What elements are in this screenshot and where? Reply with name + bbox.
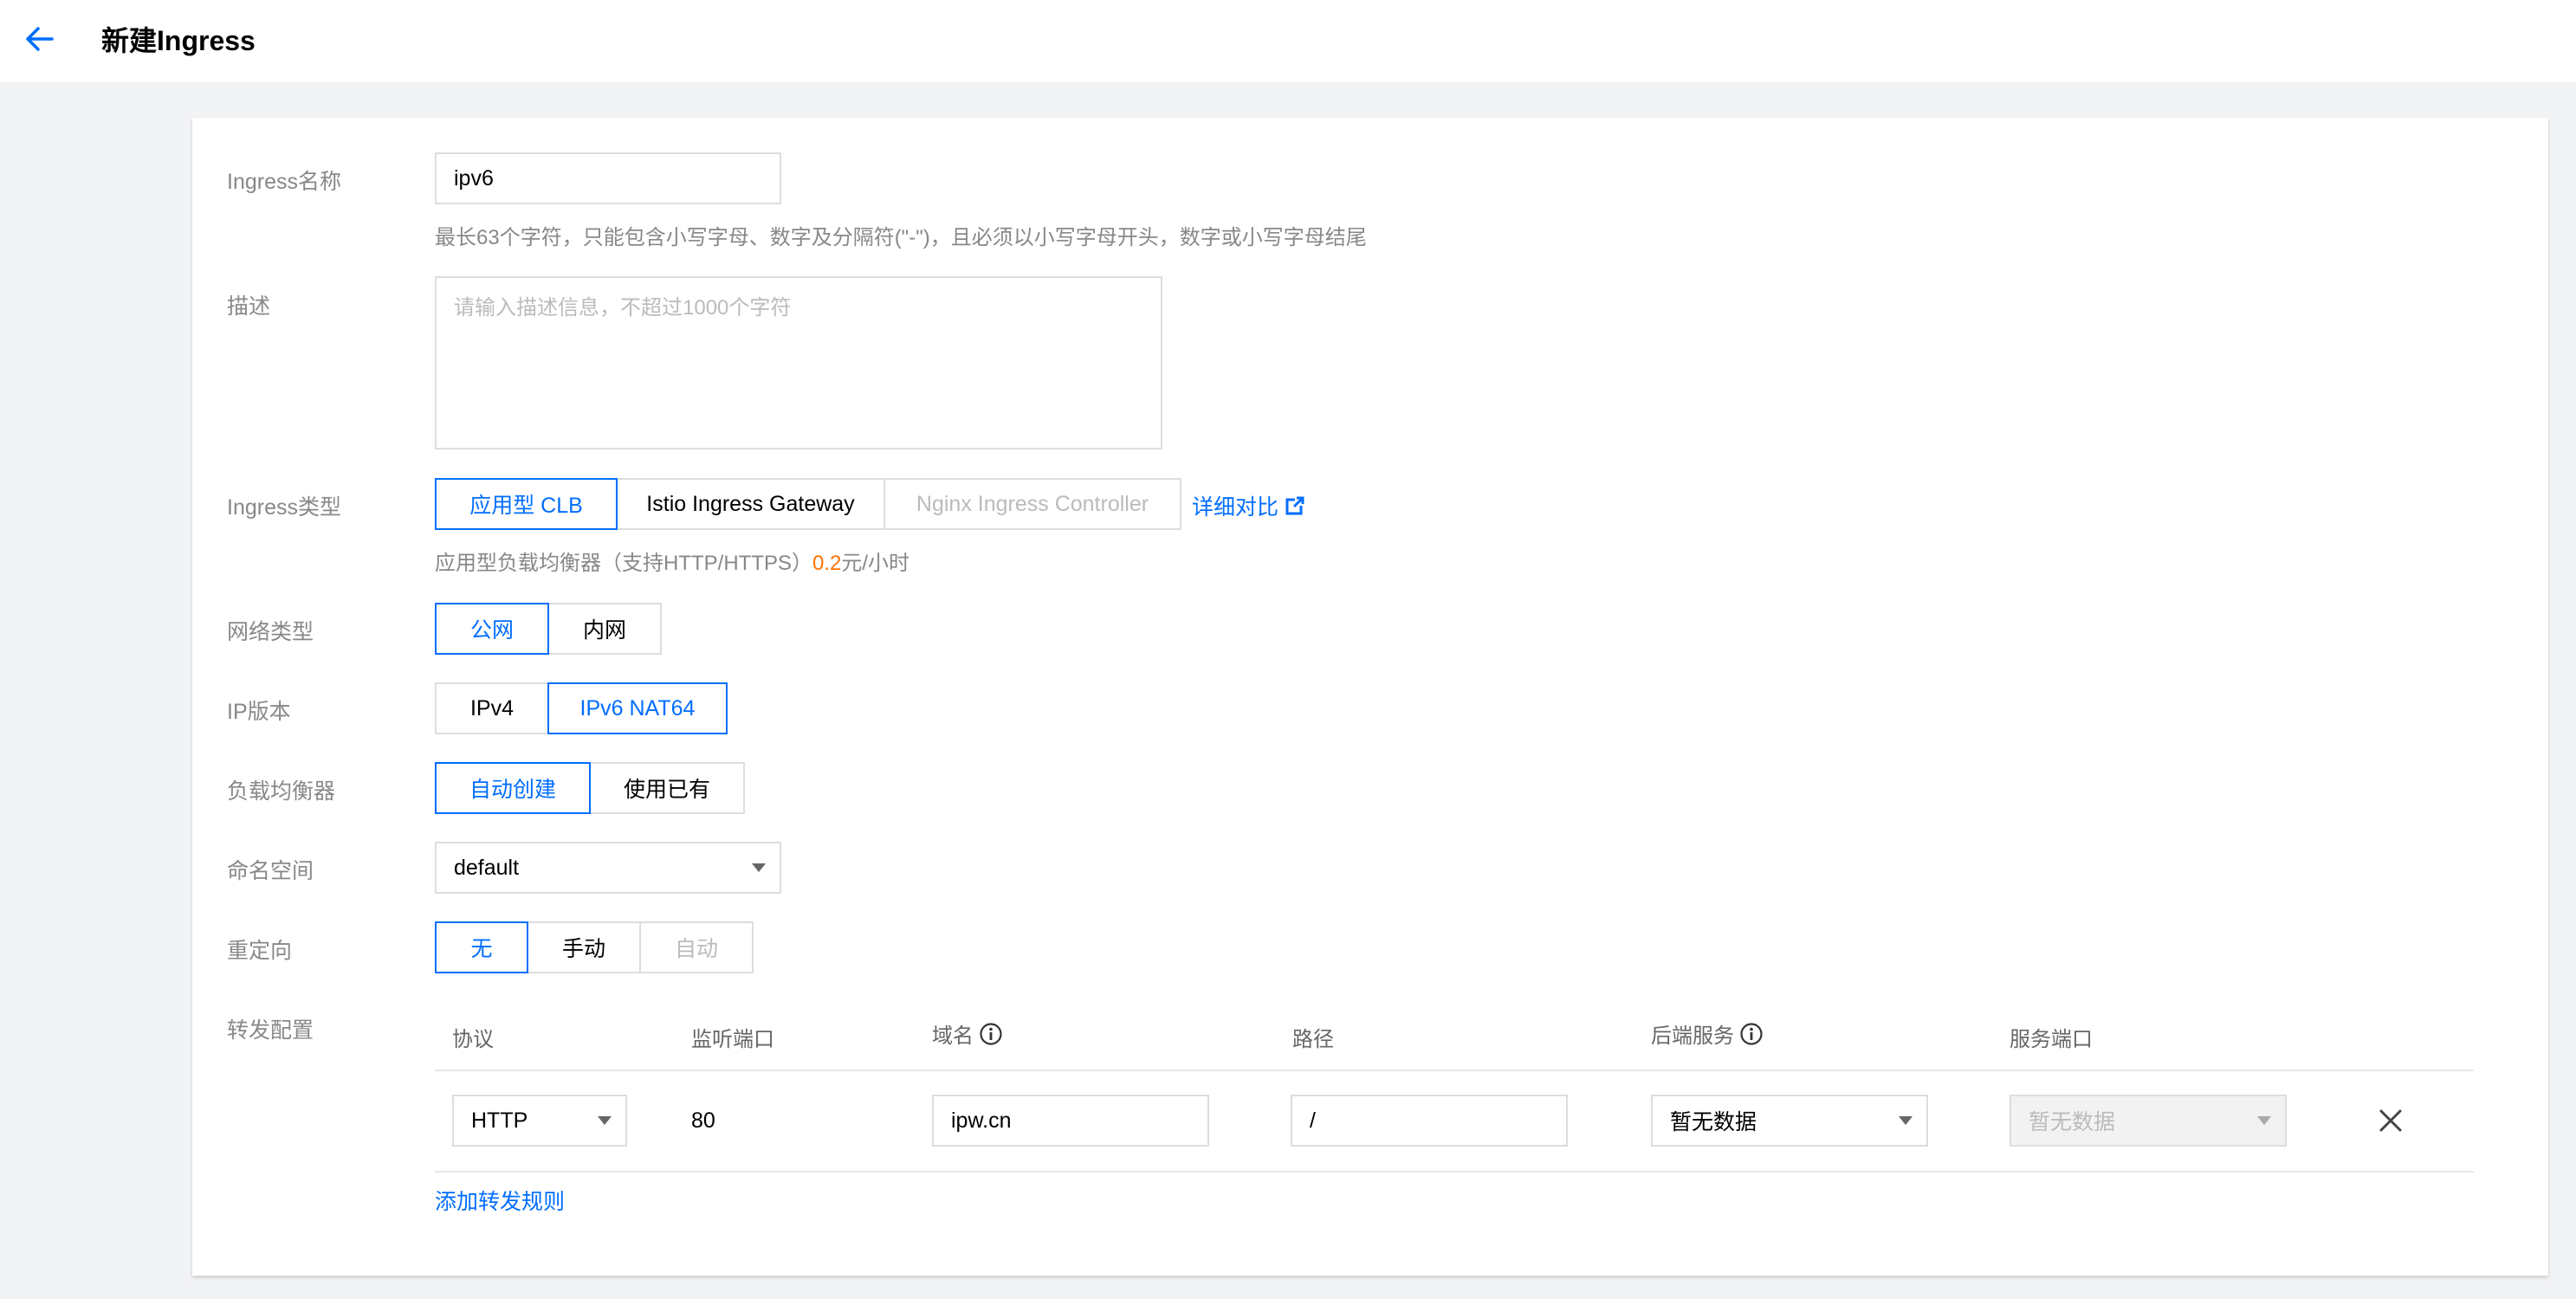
column-backend-service-text: 后端服务 xyxy=(1651,1024,1734,1048)
compare-link-text: 详细对比 xyxy=(1192,495,1279,520)
redirect-none[interactable]: 无 xyxy=(435,921,528,973)
arrow-left-icon[interactable] xyxy=(21,21,57,57)
price-value: 0.2 xyxy=(812,552,842,575)
backend-service-value: 暂无数据 xyxy=(1670,1110,1757,1134)
forwarding-label: 转发配置 xyxy=(227,1018,314,1043)
backend-service-select[interactable]: 暂无数据 xyxy=(1651,1095,1928,1147)
top-bar: 新建Ingress xyxy=(0,0,2576,82)
ingress-name-input[interactable]: ipv6 xyxy=(435,152,781,204)
column-listen-port: 监听端口 xyxy=(691,1028,774,1051)
ingress-name-value: ipv6 xyxy=(454,165,494,191)
namespace-label: 命名空间 xyxy=(227,859,314,883)
column-domain-text: 域名 xyxy=(932,1024,974,1048)
caret-down-icon xyxy=(752,863,766,872)
listen-port-value: 80 xyxy=(691,1108,715,1133)
ingress-type-nginx: Nginx Ingress Controller xyxy=(883,478,1181,530)
domain-input[interactable]: ipw.cn xyxy=(932,1095,1209,1147)
redirect-manual[interactable]: 手动 xyxy=(527,921,641,973)
redirect-segmented: 无 手动 自动 xyxy=(435,921,754,973)
ip-version-ipv4[interactable]: IPv4 xyxy=(435,682,549,734)
ingress-type-istio[interactable]: Istio Ingress Gateway xyxy=(616,478,885,530)
column-path: 路径 xyxy=(1292,1028,1334,1051)
column-protocol: 协议 xyxy=(452,1028,494,1051)
network-type-label: 网络类型 xyxy=(227,620,314,644)
ingress-type-segmented: 应用型 CLB Istio Ingress Gateway Nginx Ingr… xyxy=(435,478,1181,530)
protocol-select[interactable]: HTTP xyxy=(452,1095,627,1147)
domain-value: ipw.cn xyxy=(951,1108,1012,1133)
table-divider xyxy=(435,1070,2474,1071)
ingress-type-hint-text: 应用型负载均衡器（支持HTTP/HTTPS） xyxy=(435,552,812,575)
path-value: / xyxy=(1310,1108,1316,1133)
ingress-name-label: Ingress名称 xyxy=(227,170,341,194)
network-type-private[interactable]: 内网 xyxy=(547,603,662,655)
price-unit: 元/小时 xyxy=(841,552,910,575)
namespace-select[interactable]: default xyxy=(435,842,781,894)
network-type-public[interactable]: 公网 xyxy=(435,603,549,655)
caret-down-icon xyxy=(598,1116,612,1125)
ingress-type-label: Ingress类型 xyxy=(227,495,341,520)
service-port-select: 暂无数据 xyxy=(2010,1095,2287,1147)
description-textarea[interactable]: 请输入描述信息，不超过1000个字符 xyxy=(435,276,1162,449)
close-icon[interactable] xyxy=(2377,1107,2404,1134)
compare-link[interactable]: 详细对比 xyxy=(1192,490,1304,521)
form-card: Ingress名称 ipv6 最长63个字符，只能包含小写字母、数字及分隔符("… xyxy=(192,118,2548,1276)
column-domain: 域名 xyxy=(932,1018,1003,1049)
ingress-type-clb[interactable]: 应用型 CLB xyxy=(435,478,618,530)
service-port-value: 暂无数据 xyxy=(2029,1110,2116,1134)
table-divider xyxy=(435,1171,2474,1173)
ingress-type-hint: 应用型负载均衡器（支持HTTP/HTTPS）0.2元/小时 xyxy=(435,546,909,576)
ip-version-label: IP版本 xyxy=(227,700,291,724)
namespace-value: default xyxy=(454,855,520,880)
ip-version-segmented: IPv4 IPv6 NAT64 xyxy=(435,682,728,734)
network-type-segmented: 公网 内网 xyxy=(435,603,662,655)
info-icon[interactable] xyxy=(979,1022,1003,1046)
load-balancer-label: 负载均衡器 xyxy=(227,779,336,804)
external-link-icon xyxy=(1285,496,1304,515)
column-service-port: 服务端口 xyxy=(2010,1028,2093,1051)
description-label: 描述 xyxy=(227,294,271,319)
column-backend-service: 后端服务 xyxy=(1651,1018,1764,1049)
ip-version-ipv6[interactable]: IPv6 NAT64 xyxy=(547,682,728,734)
page-title: 新建Ingress xyxy=(101,25,256,56)
path-input[interactable]: / xyxy=(1291,1095,1568,1147)
load-balancer-segmented: 自动创建 使用已有 xyxy=(435,762,745,814)
load-balancer-auto-create[interactable]: 自动创建 xyxy=(435,762,591,814)
caret-down-icon xyxy=(1899,1116,1913,1125)
caret-down-icon xyxy=(2257,1116,2271,1125)
redirect-auto: 自动 xyxy=(639,921,754,973)
ingress-name-hint: 最长63个字符，只能包含小写字母、数字及分隔符("-")，且必须以小写字母开头，… xyxy=(435,226,1367,249)
add-rule-link[interactable]: 添加转发规则 xyxy=(435,1185,565,1216)
redirect-label: 重定向 xyxy=(227,939,293,963)
protocol-value: HTTP xyxy=(471,1108,528,1133)
description-placeholder: 请输入描述信息，不超过1000个字符 xyxy=(454,296,792,320)
load-balancer-use-existing[interactable]: 使用已有 xyxy=(589,762,745,814)
info-icon[interactable] xyxy=(1739,1022,1764,1046)
